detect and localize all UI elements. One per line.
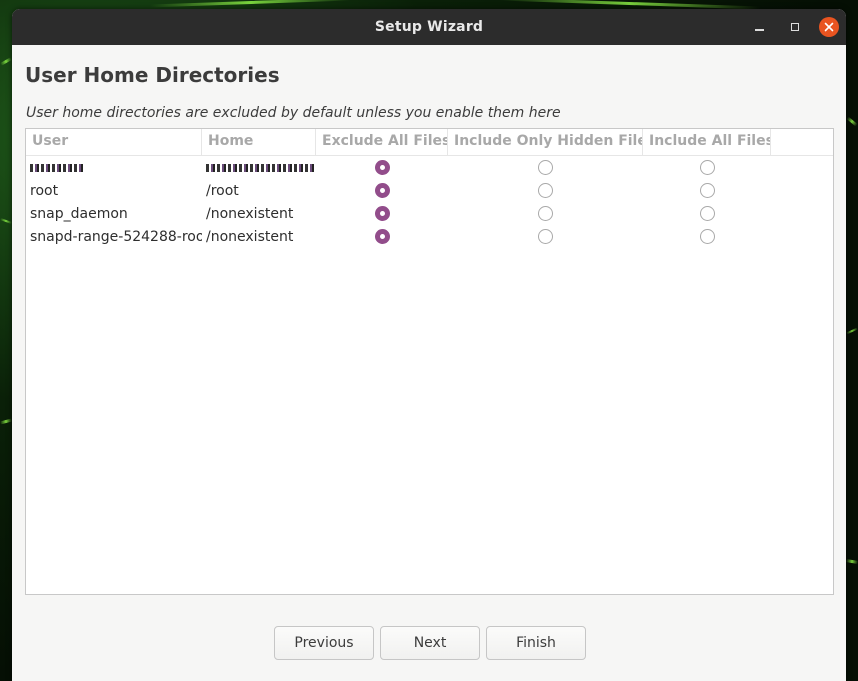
user-cell: snap_daemon <box>30 205 128 222</box>
user-cell-redacted <box>26 160 202 176</box>
table-row[interactable] <box>26 156 833 179</box>
minimize-icon[interactable] <box>749 17 769 37</box>
include-hidden-radio[interactable] <box>538 160 553 175</box>
next-button[interactable]: Next <box>380 626 480 660</box>
home-cell: /nonexistent <box>206 205 294 222</box>
include-all-radio[interactable] <box>699 206 715 221</box>
maximize-icon[interactable] <box>785 17 805 37</box>
page-title: User Home Directories <box>25 63 280 87</box>
include-hidden-radio[interactable] <box>538 229 553 244</box>
user-home-table: User Home Exclude All Files Include Only… <box>25 128 834 595</box>
column-header-include-all[interactable]: Include All Files <box>643 129 771 155</box>
include-all-radio[interactable] <box>699 183 715 198</box>
window-title: Setup Wizard <box>374 19 484 35</box>
column-header-exclude-all[interactable]: Exclude All Files <box>316 129 448 155</box>
exclude-all-radio[interactable] <box>374 229 390 244</box>
user-cell: root <box>30 182 59 199</box>
table-header: User Home Exclude All Files Include Only… <box>26 129 833 156</box>
title-bar[interactable]: Setup Wizard <box>12 9 846 45</box>
wizard-navigation: Previous Next Finish <box>12 626 846 660</box>
exclude-all-radio[interactable] <box>374 183 390 198</box>
include-hidden-radio[interactable] <box>538 183 553 198</box>
finish-button[interactable]: Finish <box>486 626 586 660</box>
user-cell: snapd-range-524288-root <box>30 228 202 245</box>
column-header-include-hidden[interactable]: Include Only Hidden Files <box>448 129 643 155</box>
include-all-radio[interactable] <box>699 160 715 175</box>
exclude-all-radio[interactable] <box>374 206 390 221</box>
include-all-radio[interactable] <box>699 229 715 244</box>
table-row[interactable]: root /root <box>26 179 833 202</box>
column-header-user[interactable]: User <box>26 129 202 155</box>
include-hidden-radio[interactable] <box>538 206 553 221</box>
home-cell: /root <box>206 182 239 199</box>
setup-wizard-window: Setup Wizard User Home Directories User … <box>12 9 846 681</box>
close-icon[interactable] <box>819 17 839 37</box>
home-cell-redacted <box>202 160 316 176</box>
table-row[interactable]: snapd-range-524288-root /nonexistent <box>26 225 833 248</box>
column-header-home[interactable]: Home <box>202 129 316 155</box>
exclude-all-radio[interactable] <box>374 160 390 175</box>
page-subtitle: User home directories are excluded by de… <box>26 105 561 121</box>
previous-button[interactable]: Previous <box>274 626 374 660</box>
redacted-user-name <box>30 163 84 172</box>
home-cell: /nonexistent <box>206 228 294 245</box>
redacted-home-path <box>206 163 314 172</box>
table-row[interactable]: snap_daemon /nonexistent <box>26 202 833 225</box>
